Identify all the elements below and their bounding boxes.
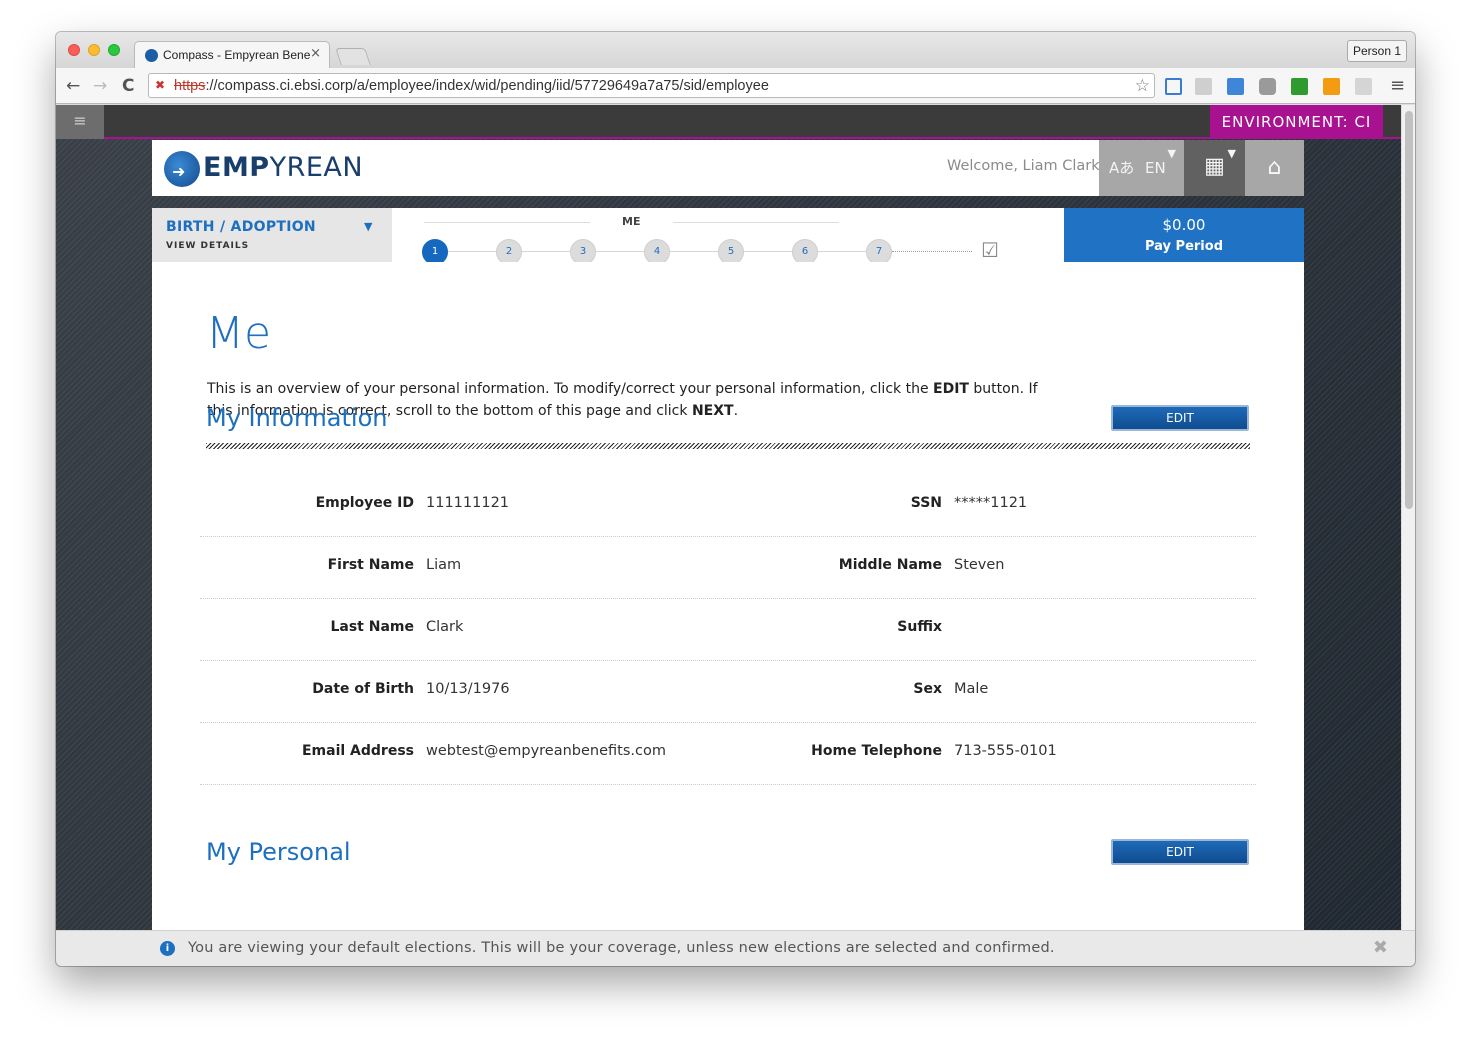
zoom-window-button[interactable] — [108, 44, 120, 56]
browser-toolbar: ← → C ✖ https://compass.ci.ebsi.corp/a/e… — [56, 68, 1415, 104]
tab-close-icon[interactable]: × — [310, 46, 321, 61]
page-title: Me — [206, 308, 272, 359]
close-window-button[interactable] — [68, 44, 80, 56]
app-top-bar: ≡ ENVIRONMENT: CI — [56, 105, 1401, 139]
sex-label: Sex — [913, 681, 942, 697]
pay-period-amount: $0.00 — [1162, 216, 1206, 234]
info-row: Employee ID 111111121 SSN *****1121 — [200, 475, 1256, 537]
pay-period-summary: $0.00 Pay Period — [1064, 208, 1304, 262]
my-information-title: My Information — [206, 404, 388, 432]
translate-icon: Aあ — [1109, 159, 1135, 177]
info-icon: i — [160, 941, 175, 956]
insecure-lock-icon: ✖ — [155, 78, 166, 92]
info-row: Email Address webtest@empyreanbenefits.c… — [200, 723, 1256, 785]
default-elections-notice: i You are viewing your default elections… — [56, 930, 1415, 966]
extension-grammarly-icon[interactable] — [1355, 78, 1372, 95]
last-name-value: Clark — [426, 619, 464, 635]
chevron-down-icon: ▼ — [1227, 147, 1236, 160]
chevron-down-icon: ▼ — [364, 220, 373, 233]
empyrean-logo-icon: ➜ — [164, 151, 200, 187]
view-details-link[interactable]: VIEW DETAILS — [166, 241, 249, 251]
calculator-icon: ▦ — [1204, 154, 1225, 179]
info-row: First Name Liam Middle Name Steven — [200, 537, 1256, 599]
first-name-value: Liam — [426, 557, 462, 573]
middle-name-label: Middle Name — [838, 557, 942, 573]
profile-button[interactable]: Person 1 — [1347, 40, 1407, 62]
home-icon: ⌂ — [1267, 155, 1282, 180]
pay-period-label: Pay Period — [1145, 239, 1223, 254]
back-icon[interactable]: ← — [66, 76, 80, 96]
url-scheme: https — [174, 78, 206, 94]
home-telephone-value: 713-555-0101 — [954, 743, 1057, 759]
my-personal-title: My Personal — [206, 838, 351, 866]
url-text: https://compass.ci.ebsi.corp/a/employee/… — [174, 78, 769, 94]
extension-check-icon[interactable] — [1227, 78, 1244, 95]
language-label: EN — [1145, 159, 1166, 177]
close-icon[interactable]: ✖ — [1373, 937, 1388, 958]
url-path: ://compass.ci.ebsi.corp/a/employee/index… — [205, 78, 769, 94]
info-row: Last Name Clark Suffix — [200, 599, 1256, 661]
extension-camera-icon[interactable] — [1259, 78, 1276, 95]
edit-my-personal-button[interactable]: EDIT — [1111, 839, 1249, 865]
date-of-birth-label: Date of Birth — [312, 681, 414, 697]
extension-chart-icon[interactable] — [1323, 78, 1340, 95]
life-event-title: BIRTH / ADOPTION — [166, 219, 316, 235]
minimize-window-button[interactable] — [88, 44, 100, 56]
email-address-value: webtest@empyreanbenefits.com — [426, 743, 666, 759]
complete-check-icon[interactable]: ☑ — [981, 238, 999, 262]
app-header: ➜ EMPYREAN Welcome, Liam Clark Aあ EN ▼ ▦… — [152, 140, 1304, 196]
notice-text: You are viewing your default elections. … — [188, 940, 1055, 956]
ssn-label: SSN — [910, 495, 942, 511]
language-button[interactable]: Aあ EN ▼ — [1099, 140, 1184, 196]
extension-download-icon[interactable] — [1291, 78, 1308, 95]
browser-tab[interactable]: Compass - Empyrean Bene × — [134, 41, 330, 68]
home-button[interactable]: ⌂ — [1245, 140, 1304, 196]
section-divider — [206, 443, 1250, 449]
step-label-divider — [424, 222, 590, 223]
forward-icon[interactable]: → — [93, 76, 107, 96]
hamburger-menu-icon[interactable]: ≡ — [56, 105, 104, 139]
browser-menu-icon[interactable]: ≡ — [1390, 75, 1405, 96]
favicon-icon — [145, 49, 158, 62]
home-telephone-label: Home Telephone — [811, 743, 942, 759]
calculator-button[interactable]: ▦ ▼ — [1184, 140, 1245, 196]
address-bar[interactable]: ✖ https://compass.ci.ebsi.corp/a/employe… — [148, 73, 1155, 98]
browser-titlebar: Compass - Empyrean Bene × Person 1 — [56, 32, 1415, 68]
new-tab-button[interactable] — [335, 48, 371, 65]
brand-name: EMPYREAN — [203, 152, 364, 183]
date-of-birth-value: 10/13/1976 — [426, 681, 510, 697]
page-viewport: ≡ ENVIRONMENT: CI ➜ EMPYREAN Welcome, Li… — [56, 105, 1415, 966]
tab-title: Compass - Empyrean Bene — [163, 48, 311, 62]
edit-my-information-button[interactable]: EDIT — [1111, 405, 1249, 431]
step-label-divider — [673, 222, 839, 223]
bookmark-star-icon[interactable]: ☆ — [1135, 76, 1150, 96]
middle-name-value: Steven — [954, 557, 1005, 573]
extension-screen-icon[interactable] — [1165, 78, 1182, 95]
reload-icon[interactable]: C — [122, 76, 134, 96]
welcome-message: Welcome, Liam Clark — [947, 158, 1100, 174]
email-address-label: Email Address — [301, 743, 414, 759]
main-content: Me This is an overview of your personal … — [152, 262, 1304, 966]
sex-value: Male — [954, 681, 989, 697]
life-event-selector[interactable]: BIRTH / ADOPTION ▼ VIEW DETAILS — [152, 208, 392, 262]
suffix-label: Suffix — [897, 619, 942, 635]
current-step-label: ME — [622, 215, 641, 228]
browser-window: Compass - Empyrean Bene × Person 1 ← → C… — [56, 32, 1415, 966]
employee-id-value: 111111121 — [426, 495, 510, 511]
chevron-down-icon: ▼ — [1167, 147, 1176, 160]
scrollbar-thumb[interactable] — [1405, 111, 1413, 509]
ssn-value: *****1121 — [954, 495, 1028, 511]
first-name-label: First Name — [327, 557, 414, 573]
employee-id-label: Employee ID — [315, 495, 414, 511]
last-name-label: Last Name — [330, 619, 414, 635]
environment-badge: ENVIRONMENT: CI — [1210, 105, 1383, 139]
info-row: Date of Birth 10/13/1976 Sex Male — [200, 661, 1256, 723]
step-track-dotted — [892, 251, 972, 252]
page-scrollbar[interactable] — [1401, 105, 1415, 966]
extension-linkedin-icon[interactable] — [1195, 78, 1212, 95]
